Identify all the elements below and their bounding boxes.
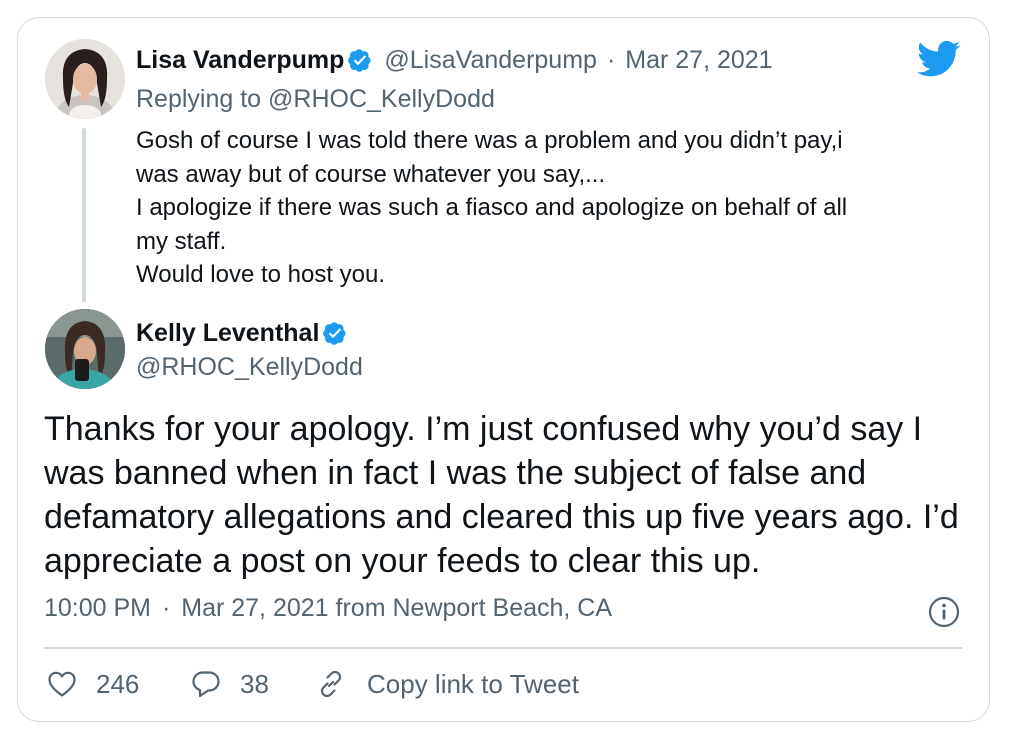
action-divider <box>44 647 962 649</box>
like-button[interactable]: 246 <box>46 666 139 702</box>
heart-icon <box>48 671 76 697</box>
avatar-kelly-leventhal[interactable] <box>45 309 125 389</box>
text-line: Gosh of course I was told there was a pr… <box>136 127 843 154</box>
main-tweet-author-name-row: Kelly Leventhal <box>136 318 347 348</box>
verified-badge-icon <box>348 49 371 72</box>
info-icon[interactable] <box>928 596 960 628</box>
main-tweet-handle[interactable]: @RHOC_KellyDodd <box>136 352 363 382</box>
avatar-image <box>45 309 125 389</box>
text-line: appreciate a post on your feeds to clear… <box>44 542 761 580</box>
reply-count: 38 <box>240 668 269 699</box>
tweet-meta: 10:00 PM · Mar 27, 2021 from Newport Bea… <box>44 594 612 623</box>
main-tweet-text: Thanks for your apology. I’m just confus… <box>44 407 974 583</box>
source-prefix: from <box>335 594 386 622</box>
speech-bubble-icon <box>192 671 220 698</box>
thread-connector-line <box>82 128 86 302</box>
text-line: my staff. <box>136 227 227 255</box>
separator-dot: · <box>161 594 171 622</box>
tweet-time[interactable]: 10:00 PM <box>44 594 151 622</box>
separator-dot: · <box>606 46 616 74</box>
copy-link-label: Copy link to Tweet <box>367 668 579 699</box>
replying-handle-link[interactable]: @RHOC_KellyDodd <box>268 85 495 113</box>
replying-prefix: Replying to <box>136 85 262 113</box>
text-line: defamatory allegations and cleared this … <box>44 498 959 536</box>
parent-tweet-text: Gosh of course I was told there was a pr… <box>136 124 966 292</box>
link-icon <box>320 670 342 698</box>
copy-link-button[interactable]: Copy link to Tweet <box>315 666 579 702</box>
author-handle[interactable]: @LisaVanderpump <box>384 46 597 74</box>
like-count: 246 <box>96 668 140 699</box>
text-line: was banned when in fact I was the subjec… <box>44 454 867 492</box>
tweet-location[interactable]: Newport Beach, CA <box>392 594 612 622</box>
avatar-lisa-vanderpump[interactable] <box>45 39 125 119</box>
text-line: Thanks for your apology. I’m just confus… <box>44 410 923 448</box>
twitter-bird-icon[interactable] <box>917 40 961 78</box>
text-line: Would love to host you. <box>136 261 386 288</box>
text-line: I apologize if there was such a fiasco a… <box>136 194 848 221</box>
reply-button[interactable]: 38 <box>190 666 269 702</box>
avatar-image <box>45 39 125 119</box>
author-name[interactable]: Lisa Vanderpump <box>136 46 344 74</box>
replying-to: Replying to @RHOC_KellyDodd <box>136 84 495 114</box>
tweet-date[interactable]: Mar 27, 2021 <box>625 46 772 74</box>
tweet-date[interactable]: Mar 27, 2021 <box>181 594 328 622</box>
parent-tweet-header: Lisa Vanderpump @LisaVanderpump · Mar 27, 2… <box>136 45 773 75</box>
verified-badge-icon <box>323 322 346 345</box>
author-name[interactable]: Kelly Leventhal <box>136 319 319 347</box>
text-line: was away but of course whatever you say,… <box>136 160 606 188</box>
